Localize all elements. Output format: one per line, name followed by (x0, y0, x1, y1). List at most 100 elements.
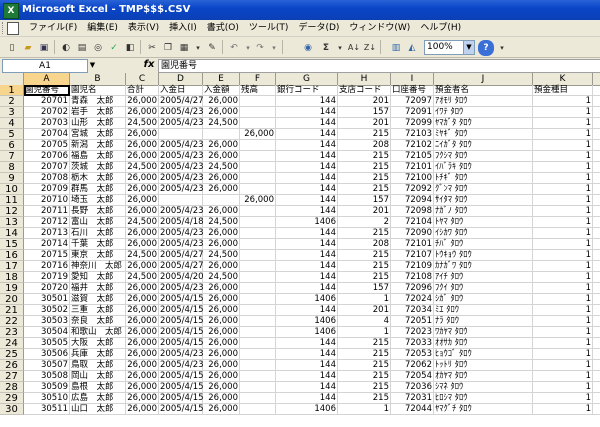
empty-cell[interactable] (593, 338, 600, 349)
table-cell[interactable] (240, 140, 276, 151)
table-cell[interactable]: 宮城 太郎 (70, 129, 126, 140)
row-header[interactable]: 19 (0, 283, 24, 294)
table-cell[interactable]: ﾋｮｳｺﾞ ﾀﾛｳ (434, 349, 533, 360)
table-cell[interactable]: 24,500 (203, 118, 240, 129)
table-cell[interactable]: 1 (533, 272, 593, 283)
table-cell[interactable]: ﾔﾏｶﾞﾀ ﾀﾛｳ (434, 118, 533, 129)
table-cell[interactable]: 富山 太郎 (70, 217, 126, 228)
table-cell[interactable]: 72097 (391, 96, 434, 107)
table-cell[interactable]: ﾋﾛｼﾏ ﾀﾛｳ (434, 393, 533, 404)
table-cell[interactable]: 東京 太郎 (70, 250, 126, 261)
table-cell[interactable]: 1406 (276, 327, 338, 338)
header-cell[interactable]: 残高 (240, 85, 276, 96)
row-header[interactable]: 7 (0, 151, 24, 162)
table-cell[interactable]: 2005/4/15 (159, 294, 204, 305)
table-cell[interactable]: 144 (276, 272, 338, 283)
header-cell[interactable]: 園児名 (70, 85, 126, 96)
cut-icon[interactable]: ✂ (144, 40, 160, 56)
column-header-l[interactable]: L (593, 73, 600, 85)
table-cell[interactable] (159, 129, 203, 140)
table-cell[interactable]: 20719 (24, 272, 70, 283)
table-cell[interactable]: 1 (533, 228, 593, 239)
table-cell[interactable]: 72092 (391, 184, 434, 195)
table-cell[interactable]: 26,000 (203, 206, 240, 217)
empty-cell[interactable] (593, 184, 600, 195)
table-cell[interactable]: 1 (533, 195, 593, 206)
column-header-g[interactable]: G (276, 73, 338, 85)
table-cell[interactable]: 26,000 (126, 283, 159, 294)
table-cell[interactable]: 2005/4/27 (159, 96, 204, 107)
table-cell[interactable]: 26,000 (203, 107, 240, 118)
table-cell[interactable]: 72094 (391, 195, 434, 206)
empty-cell[interactable] (593, 250, 600, 261)
table-cell[interactable] (240, 283, 276, 294)
row-header[interactable]: 10 (0, 184, 24, 195)
table-cell[interactable]: 72024 (391, 294, 434, 305)
row-header[interactable]: 24 (0, 338, 24, 349)
table-cell[interactable]: 72109 (391, 261, 434, 272)
table-cell[interactable]: 30505 (24, 338, 70, 349)
toolbar-options-icon[interactable]: ▾ (494, 40, 510, 56)
table-cell[interactable]: 30503 (24, 316, 70, 327)
table-cell[interactable]: 新潟 太郎 (70, 140, 126, 151)
row-header[interactable]: 13 (0, 217, 24, 228)
table-cell[interactable]: 2005/4/23 (159, 151, 204, 162)
print-icon[interactable]: ▤ (74, 40, 90, 56)
row-header[interactable]: 8 (0, 162, 24, 173)
table-cell[interactable] (240, 228, 276, 239)
table-cell[interactable]: 26,000 (126, 107, 159, 118)
table-cell[interactable] (240, 393, 276, 404)
table-cell[interactable]: 1406 (276, 404, 338, 415)
table-cell[interactable]: 1 (533, 305, 593, 316)
table-cell[interactable]: 144 (276, 250, 338, 261)
table-cell[interactable]: 埼玉 太郎 (70, 195, 126, 206)
table-cell[interactable]: ﾐｴ ﾀﾛｳ (434, 305, 533, 316)
table-cell[interactable]: 26,000 (203, 261, 240, 272)
table-cell[interactable]: 72033 (391, 338, 434, 349)
empty-cell[interactable] (593, 316, 600, 327)
empty-cell[interactable] (593, 327, 600, 338)
empty-cell[interactable] (593, 151, 600, 162)
table-cell[interactable]: 2005/4/15 (159, 393, 204, 404)
table-cell[interactable]: 72108 (391, 272, 434, 283)
table-cell[interactable] (240, 239, 276, 250)
research-icon[interactable]: ◧ (122, 40, 138, 56)
table-cell[interactable]: 2005/4/15 (159, 316, 204, 327)
row-header[interactable]: 23 (0, 327, 24, 338)
table-cell[interactable]: 72036 (391, 382, 434, 393)
table-cell[interactable]: 144 (276, 162, 338, 173)
table-cell[interactable]: 26,000 (126, 195, 159, 206)
table-cell[interactable]: 神奈川 太郎 (70, 261, 126, 272)
table-cell[interactable] (240, 327, 276, 338)
table-cell[interactable]: 24,500 (126, 118, 159, 129)
table-cell[interactable]: 72062 (391, 360, 434, 371)
table-cell[interactable]: 1 (533, 382, 593, 393)
table-cell[interactable]: 24,500 (203, 162, 240, 173)
table-cell[interactable]: 1 (533, 360, 593, 371)
table-cell[interactable]: ﾄｳｷｮｳ ﾀﾛｳ (434, 250, 533, 261)
table-cell[interactable]: 20704 (24, 129, 70, 140)
table-cell[interactable]: 20715 (24, 250, 70, 261)
table-cell[interactable]: 215 (338, 162, 391, 173)
header-cell[interactable]: 口座番号 (391, 85, 434, 96)
table-cell[interactable]: 201 (338, 118, 391, 129)
table-cell[interactable]: ｸﾞﾝﾏ ﾀﾛｳ (434, 184, 533, 195)
table-cell[interactable]: 72101 (391, 162, 434, 173)
table-cell[interactable]: 2005/4/23 (159, 107, 204, 118)
table-cell[interactable]: 26,000 (126, 151, 159, 162)
table-cell[interactable]: 2005/4/23 (159, 349, 204, 360)
column-header-e[interactable]: E (203, 73, 240, 85)
table-cell[interactable]: 144 (276, 239, 338, 250)
table-cell[interactable]: 72091 (391, 107, 434, 118)
table-cell[interactable]: 24,500 (203, 250, 240, 261)
table-cell[interactable]: ﾄｯﾄﾘ ﾀﾛｳ (434, 360, 533, 371)
table-cell[interactable]: 20714 (24, 239, 70, 250)
row-header[interactable]: 6 (0, 140, 24, 151)
row-header[interactable]: 29 (0, 393, 24, 404)
table-cell[interactable]: 26,000 (126, 316, 159, 327)
table-cell[interactable]: 72054 (391, 371, 434, 382)
table-cell[interactable] (240, 272, 276, 283)
table-cell[interactable]: 144 (276, 151, 338, 162)
excel-icon[interactable]: X (3, 3, 19, 19)
row-header[interactable]: 22 (0, 316, 24, 327)
